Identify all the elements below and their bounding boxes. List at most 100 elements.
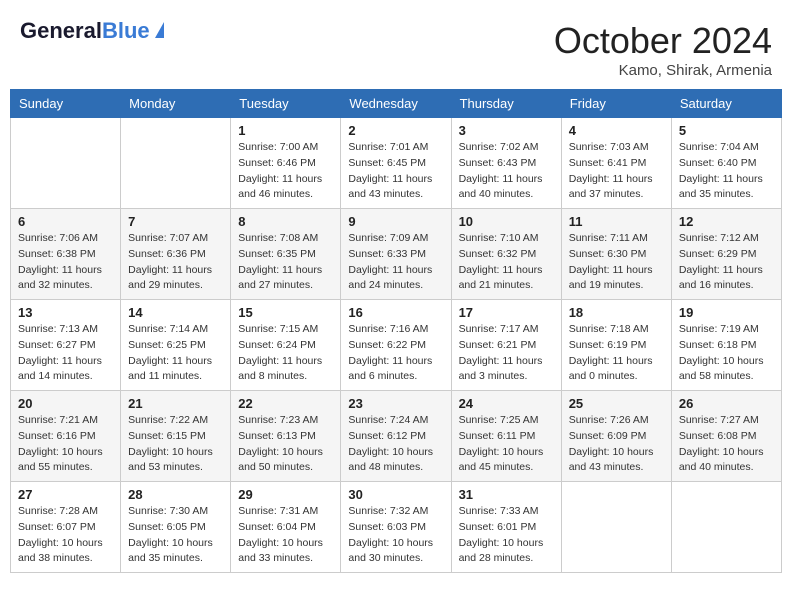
calendar-cell: 15Sunrise: 7:15 AMSunset: 6:24 PMDayligh… <box>231 300 341 391</box>
day-info: Sunrise: 7:02 AMSunset: 6:43 PMDaylight:… <box>459 140 554 203</box>
day-info: Sunrise: 7:14 AMSunset: 6:25 PMDaylight:… <box>128 322 223 385</box>
day-header-saturday: Saturday <box>671 90 781 118</box>
day-number: 21 <box>128 396 223 411</box>
day-header-sunday: Sunday <box>11 90 121 118</box>
calendar-cell: 2 Sunrise: 7:01 AMSunset: 6:45 PMDaylight… <box>341 118 451 209</box>
day-number: 25 <box>569 396 664 411</box>
day-number: 18 <box>569 305 664 320</box>
day-number: 27 <box>18 487 113 502</box>
calendar-cell: 4 Sunrise: 7:03 AMSunset: 6:41 PMDaylight… <box>561 118 671 209</box>
calendar-cell: 29 Sunrise: 7:31 AMSunset: 6:04 PMDayligh… <box>231 482 341 573</box>
day-number: 4 <box>569 123 664 138</box>
calendar-cell: 18 Sunrise: 7:18 AMSunset: 6:19 PMDayligh… <box>561 300 671 391</box>
day-number: 5 <box>679 123 774 138</box>
day-number: 16 <box>348 305 443 320</box>
day-number: 2 <box>348 123 443 138</box>
day-info: Sunrise: 7:19 AMSunset: 6:18 PMDaylight:… <box>679 322 774 385</box>
calendar-cell: 8Sunrise: 7:08 AMSunset: 6:35 PMDaylight… <box>231 209 341 300</box>
day-info: Sunrise: 7:26 AMSunset: 6:09 PMDaylight:… <box>569 413 664 476</box>
day-number: 24 <box>459 396 554 411</box>
day-info: Sunrise: 7:21 AMSunset: 6:16 PMDaylight:… <box>18 413 113 476</box>
calendar-cell: 1 Sunrise: 7:00 AMSunset: 6:46 PMDaylight… <box>231 118 341 209</box>
calendar-cell: 31Sunrise: 7:33 AMSunset: 6:01 PMDayligh… <box>451 482 561 573</box>
day-number: 3 <box>459 123 554 138</box>
day-number: 23 <box>348 396 443 411</box>
title-area: October 2024 Kamo, Shirak, Armenia <box>554 20 772 79</box>
calendar-cell: 26Sunrise: 7:27 AMSunset: 6:08 PMDayligh… <box>671 391 781 482</box>
day-header-friday: Friday <box>561 90 671 118</box>
calendar-cell: 5 Sunrise: 7:04 AMSunset: 6:40 PMDaylight… <box>671 118 781 209</box>
day-header-monday: Monday <box>121 90 231 118</box>
day-number: 22 <box>238 396 333 411</box>
calendar-cell: 28 Sunrise: 7:30 AMSunset: 6:05 PMDayligh… <box>121 482 231 573</box>
logo-blue: Blue <box>102 18 150 43</box>
calendar-cell: 7Sunrise: 7:07 AMSunset: 6:36 PMDaylight… <box>121 209 231 300</box>
day-info: Sunrise: 7:00 AMSunset: 6:46 PMDaylight:… <box>238 140 333 203</box>
day-number: 15 <box>238 305 333 320</box>
calendar-cell: 13 Sunrise: 7:13 AMSunset: 6:27 PMDayligh… <box>11 300 121 391</box>
day-info: Sunrise: 7:03 AMSunset: 6:41 PMDaylight:… <box>569 140 664 203</box>
day-number: 29 <box>238 487 333 502</box>
day-info: Sunrise: 7:10 AMSunset: 6:32 PMDaylight:… <box>459 231 554 294</box>
calendar-cell: 24 Sunrise: 7:25 AMSunset: 6:11 PMDayligh… <box>451 391 561 482</box>
day-number: 8 <box>238 214 333 229</box>
day-number: 12 <box>679 214 774 229</box>
calendar-cell: 20 Sunrise: 7:21 AMSunset: 6:16 PMDayligh… <box>11 391 121 482</box>
day-number: 10 <box>459 214 554 229</box>
calendar-cell: 30Sunrise: 7:32 AMSunset: 6:03 PMDayligh… <box>341 482 451 573</box>
day-info: Sunrise: 7:27 AMSunset: 6:08 PMDaylight:… <box>679 413 774 476</box>
day-number: 20 <box>18 396 113 411</box>
day-info: Sunrise: 7:01 AMSunset: 6:45 PMDaylight:… <box>348 140 443 203</box>
day-number: 14 <box>128 305 223 320</box>
day-number: 28 <box>128 487 223 502</box>
day-number: 9 <box>348 214 443 229</box>
day-number: 6 <box>18 214 113 229</box>
calendar-week-row: 1 Sunrise: 7:00 AMSunset: 6:46 PMDaylight… <box>11 118 782 209</box>
calendar-week-row: 27 Sunrise: 7:28 AMSunset: 6:07 PMDayligh… <box>11 482 782 573</box>
day-info: Sunrise: 7:06 AMSunset: 6:38 PMDaylight:… <box>18 231 113 294</box>
day-info: Sunrise: 7:12 AMSunset: 6:29 PMDaylight:… <box>679 231 774 294</box>
day-info: Sunrise: 7:31 AMSunset: 6:04 PMDaylight:… <box>238 504 333 567</box>
calendar-cell: 16 Sunrise: 7:16 AMSunset: 6:22 PMDayligh… <box>341 300 451 391</box>
calendar-cell: 23 Sunrise: 7:24 AMSunset: 6:12 PMDayligh… <box>341 391 451 482</box>
day-header-wednesday: Wednesday <box>341 90 451 118</box>
logo-icon <box>155 22 164 38</box>
day-info: Sunrise: 7:13 AMSunset: 6:27 PMDaylight:… <box>18 322 113 385</box>
calendar-cell: 9 Sunrise: 7:09 AMSunset: 6:33 PMDaylight… <box>341 209 451 300</box>
location: Kamo, Shirak, Armenia <box>554 62 772 79</box>
day-info: Sunrise: 7:18 AMSunset: 6:19 PMDaylight:… <box>569 322 664 385</box>
calendar-cell: 27 Sunrise: 7:28 AMSunset: 6:07 PMDayligh… <box>11 482 121 573</box>
day-info: Sunrise: 7:23 AMSunset: 6:13 PMDaylight:… <box>238 413 333 476</box>
calendar-cell: 11 Sunrise: 7:11 AMSunset: 6:30 PMDayligh… <box>561 209 671 300</box>
calendar-cell: 25 Sunrise: 7:26 AMSunset: 6:09 PMDayligh… <box>561 391 671 482</box>
calendar-cell: 12 Sunrise: 7:12 AMSunset: 6:29 PMDayligh… <box>671 209 781 300</box>
calendar-table: SundayMondayTuesdayWednesdayThursdayFrid… <box>10 89 782 573</box>
day-info: Sunrise: 7:09 AMSunset: 6:33 PMDaylight:… <box>348 231 443 294</box>
day-info: Sunrise: 7:04 AMSunset: 6:40 PMDaylight:… <box>679 140 774 203</box>
day-info: Sunrise: 7:11 AMSunset: 6:30 PMDaylight:… <box>569 231 664 294</box>
day-info: Sunrise: 7:22 AMSunset: 6:15 PMDaylight:… <box>128 413 223 476</box>
day-number: 17 <box>459 305 554 320</box>
day-number: 13 <box>18 305 113 320</box>
day-number: 30 <box>348 487 443 502</box>
day-header-thursday: Thursday <box>451 90 561 118</box>
calendar-cell: 21 Sunrise: 7:22 AMSunset: 6:15 PMDayligh… <box>121 391 231 482</box>
day-info: Sunrise: 7:17 AMSunset: 6:21 PMDaylight:… <box>459 322 554 385</box>
day-info: Sunrise: 7:24 AMSunset: 6:12 PMDaylight:… <box>348 413 443 476</box>
day-info: Sunrise: 7:25 AMSunset: 6:11 PMDaylight:… <box>459 413 554 476</box>
calendar-header-row: SundayMondayTuesdayWednesdayThursdayFrid… <box>11 90 782 118</box>
calendar-cell: 3 Sunrise: 7:02 AMSunset: 6:43 PMDaylight… <box>451 118 561 209</box>
day-info: Sunrise: 7:28 AMSunset: 6:07 PMDaylight:… <box>18 504 113 567</box>
calendar-cell <box>671 482 781 573</box>
day-info: Sunrise: 7:30 AMSunset: 6:05 PMDaylight:… <box>128 504 223 567</box>
calendar-cell: 19Sunrise: 7:19 AMSunset: 6:18 PMDayligh… <box>671 300 781 391</box>
calendar-cell: 17 Sunrise: 7:17 AMSunset: 6:21 PMDayligh… <box>451 300 561 391</box>
day-number: 1 <box>238 123 333 138</box>
calendar-cell <box>11 118 121 209</box>
day-number: 11 <box>569 214 664 229</box>
calendar-week-row: 6 Sunrise: 7:06 AMSunset: 6:38 PMDaylight… <box>11 209 782 300</box>
page-header: GeneralBlue October 2024 Kamo, Shirak, A… <box>10 10 782 84</box>
calendar-cell: 14 Sunrise: 7:14 AMSunset: 6:25 PMDayligh… <box>121 300 231 391</box>
day-info: Sunrise: 7:16 AMSunset: 6:22 PMDaylight:… <box>348 322 443 385</box>
calendar-cell: 22 Sunrise: 7:23 AMSunset: 6:13 PMDayligh… <box>231 391 341 482</box>
